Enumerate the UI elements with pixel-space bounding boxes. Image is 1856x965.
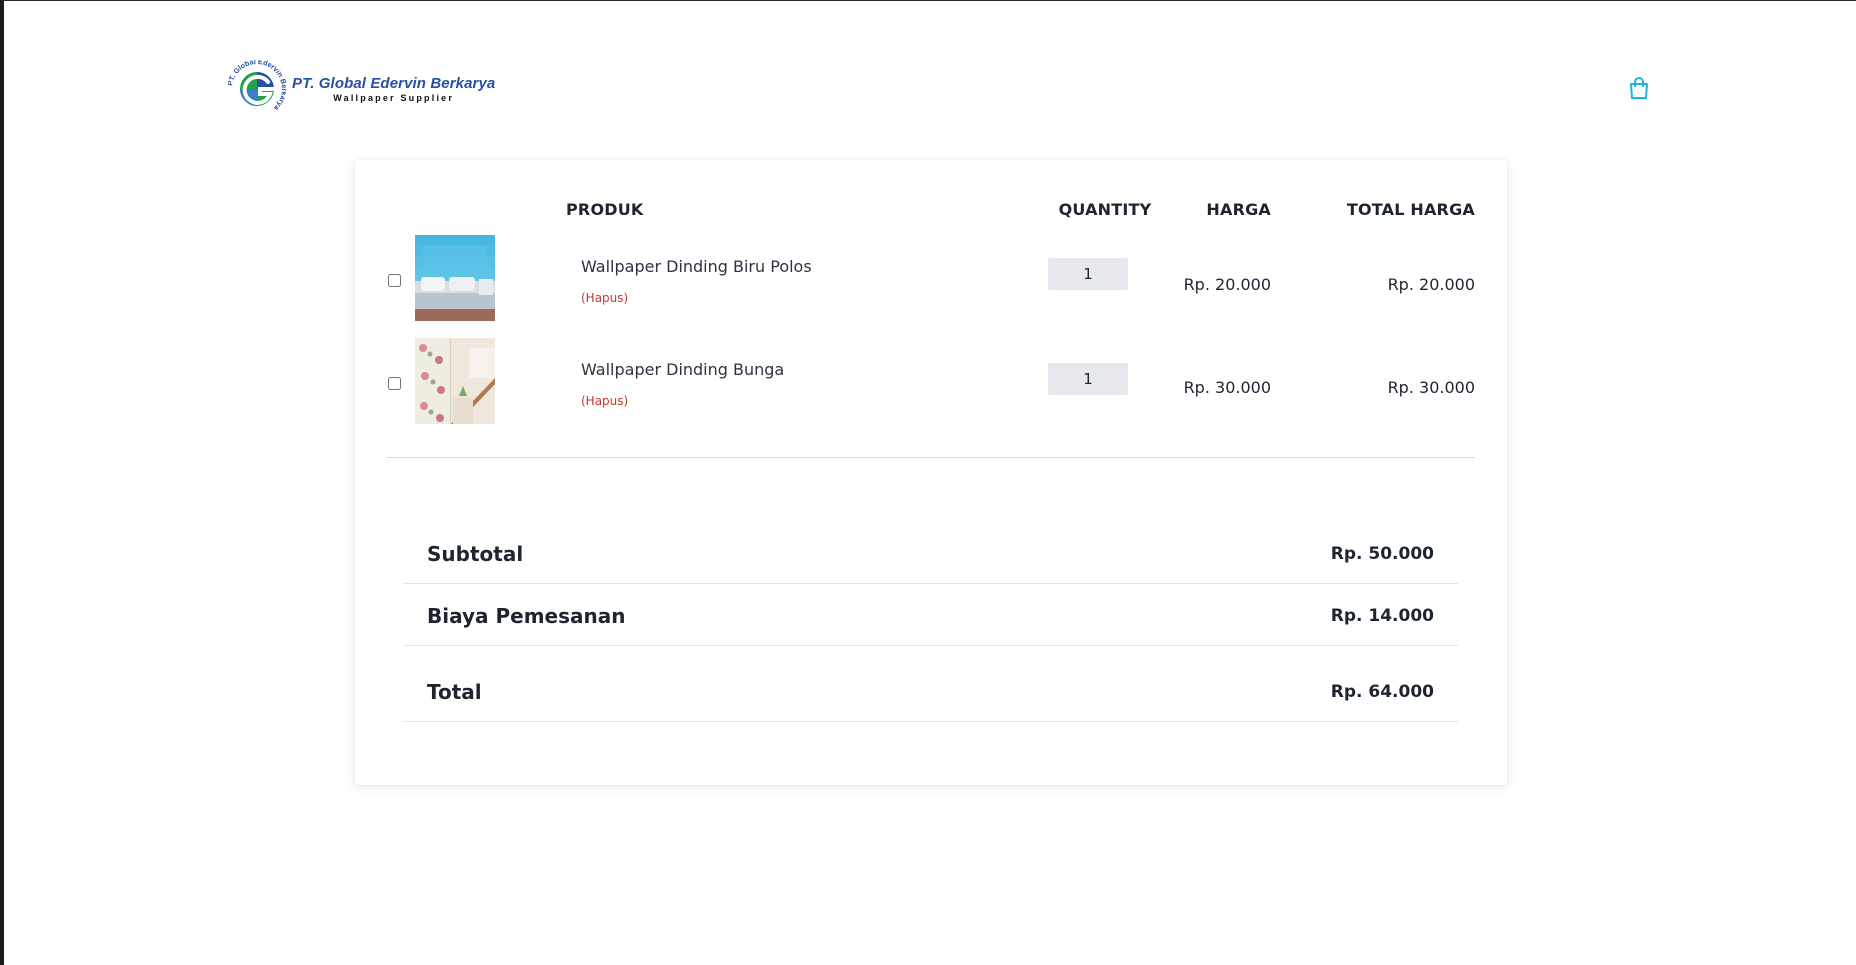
fee-label: Biaya Pemesanan xyxy=(427,604,626,628)
row-select-checkbox[interactable] xyxy=(388,377,401,390)
summary-divider xyxy=(403,645,1458,646)
table-divider xyxy=(387,457,1475,458)
shopping-bag-icon xyxy=(1630,77,1648,99)
product-thumbnail-blue-wallpaper xyxy=(415,235,495,321)
row-select-checkbox[interactable] xyxy=(388,274,401,287)
quantity-input[interactable] xyxy=(1048,363,1128,395)
total-value: Rp. 64.000 xyxy=(1330,682,1434,702)
subtotal-value: Rp. 50.000 xyxy=(1330,544,1434,564)
product-name: Wallpaper Dinding Biru Polos xyxy=(581,257,812,276)
subtotal-label: Subtotal xyxy=(427,542,524,566)
unit-price: Rp. 30.000 xyxy=(1183,378,1271,397)
window-left-edge xyxy=(0,0,4,965)
cart-row: Wallpaper Dinding Bunga (Hapus) Rp. 30.0… xyxy=(355,338,1507,424)
cart-button[interactable] xyxy=(1628,76,1650,100)
summary-divider xyxy=(403,583,1458,584)
brand-tagline: Wallpaper Supplier xyxy=(333,93,455,103)
cart-card: PRODUK QUANTITY HARGA TOTAL HARGA Wallpa… xyxy=(355,160,1507,785)
brand-name: PT. Global Edervin Berkarya xyxy=(292,75,496,92)
quantity-input[interactable] xyxy=(1048,258,1128,290)
summary-total-row: Total Rp. 64.000 xyxy=(403,678,1458,738)
cart-row: Wallpaper Dinding Biru Polos (Hapus) Rp.… xyxy=(355,235,1507,321)
column-header-price: HARGA xyxy=(1206,200,1271,219)
unit-price: Rp. 20.000 xyxy=(1183,275,1271,294)
remove-item-link[interactable]: (Hapus) xyxy=(581,291,628,305)
line-total: Rp. 20.000 xyxy=(1387,275,1475,294)
globe-logo-icon: PT. Global Edervin Berkarya xyxy=(228,60,286,113)
column-header-total-price: TOTAL HARGA xyxy=(1346,200,1475,219)
summary-subtotal-row: Subtotal Rp. 50.000 xyxy=(403,540,1458,592)
summary-divider xyxy=(403,721,1458,722)
product-thumbnail-floral-wallpaper xyxy=(415,338,495,424)
line-total: Rp. 30.000 xyxy=(1387,378,1475,397)
column-header-quantity: QUANTITY xyxy=(1058,200,1152,219)
window-top-edge xyxy=(0,0,1856,1)
summary-fee-row: Biaya Pemesanan Rp. 14.000 xyxy=(403,602,1458,654)
fee-value: Rp. 14.000 xyxy=(1330,606,1434,626)
remove-item-link[interactable]: (Hapus) xyxy=(581,394,628,408)
total-label: Total xyxy=(427,680,482,704)
product-name: Wallpaper Dinding Bunga xyxy=(581,360,785,379)
brand-logo[interactable]: PT. Global Edervin Berkarya PT. Global E… xyxy=(228,58,508,120)
column-header-product: PRODUK xyxy=(566,200,644,219)
